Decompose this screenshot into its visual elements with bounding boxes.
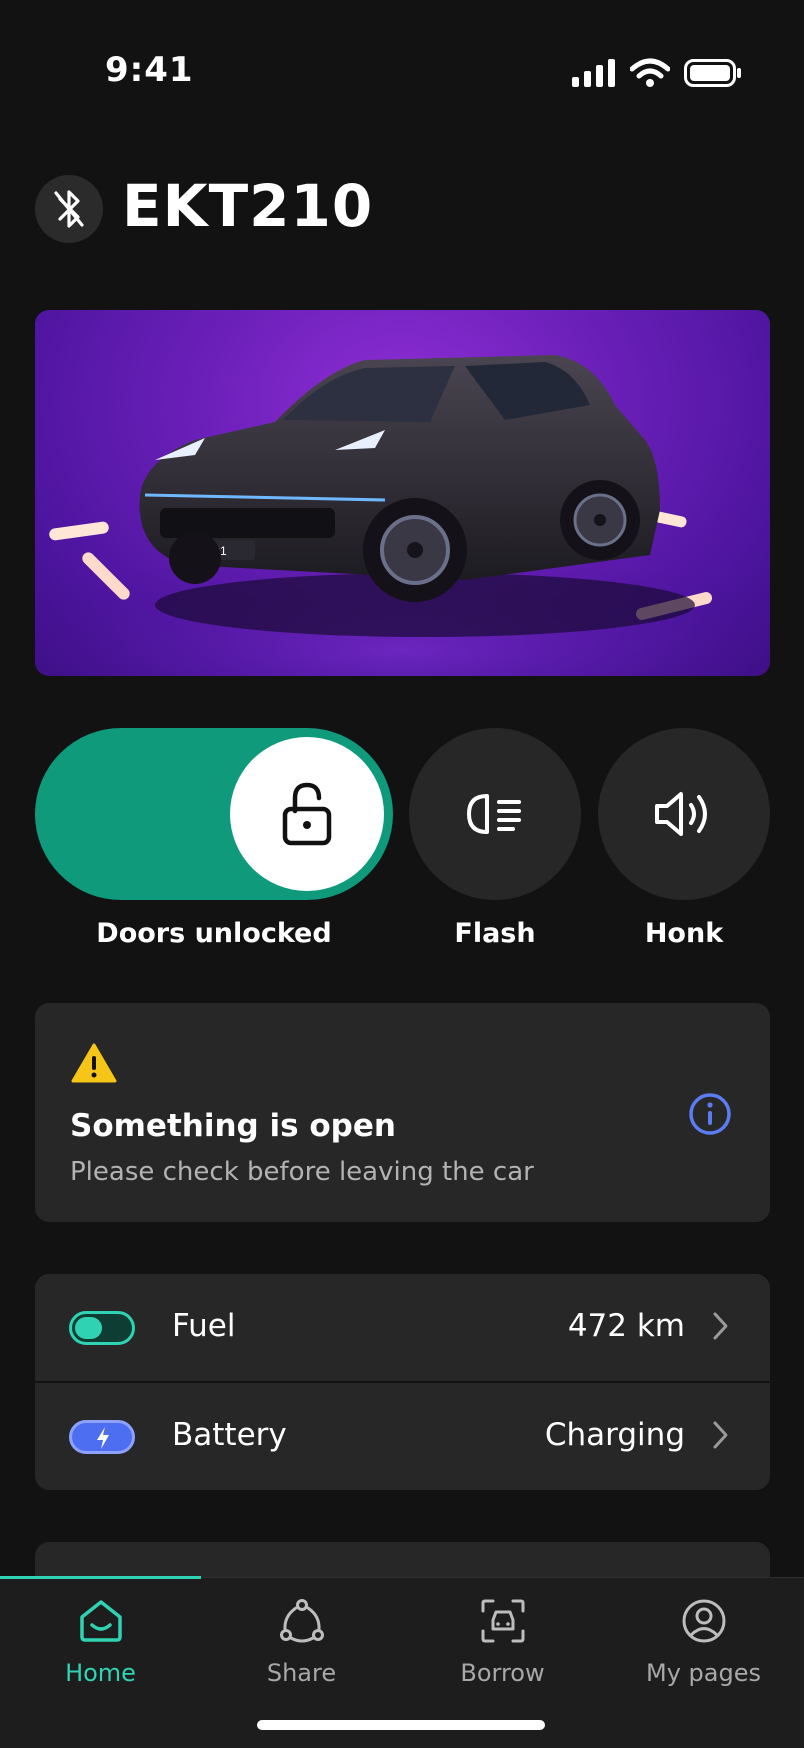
car-image: 01 [35, 310, 770, 676]
bluetooth-button[interactable] [35, 175, 103, 243]
home-indicator[interactable] [257, 1720, 545, 1730]
lock-slider-knob[interactable] [230, 737, 384, 891]
tab-bar-border [201, 1577, 804, 1578]
tab-home-label: Home [65, 1659, 136, 1687]
info-icon[interactable] [688, 1092, 732, 1136]
tab-share-label: Share [266, 1659, 337, 1687]
lightning-icon [97, 1427, 109, 1449]
fuel-level-icon [69, 1311, 135, 1345]
fuel-row[interactable]: Fuel 472 km [35, 1274, 770, 1381]
lock-label: Doors unlocked [96, 918, 332, 949]
vehicle-title: EKT210 [122, 172, 374, 240]
battery-label: Battery [172, 1417, 287, 1453]
status-time: 9:41 [105, 50, 194, 90]
active-tab-indicator [0, 1576, 201, 1579]
battery-value: Charging [544, 1417, 685, 1453]
cellular-signal-icon [572, 59, 615, 87]
tab-home[interactable]: Home [0, 1595, 201, 1687]
tab-share[interactable]: Share [201, 1595, 402, 1687]
bluetooth-off-icon [54, 190, 84, 228]
tab-my-pages-label: My pages [646, 1659, 761, 1687]
status-icons [572, 58, 742, 88]
profile-icon [682, 1599, 725, 1643]
chevron-right-icon [713, 1312, 728, 1340]
unlocked-padlock-icon [282, 782, 332, 846]
flash-button[interactable] [409, 728, 581, 900]
alert-title: Something is open [70, 1108, 396, 1144]
tab-borrow[interactable]: Borrow [402, 1595, 603, 1687]
tab-my-pages[interactable]: My pages [603, 1595, 804, 1687]
wifi-icon [630, 58, 670, 87]
battery-status-icon [684, 59, 741, 87]
car-illustration: 01 [35, 355, 770, 676]
fuel-value: 472 km [567, 1308, 685, 1344]
borrow-car-icon [481, 1599, 524, 1643]
honk-button[interactable] [598, 728, 770, 900]
headlight-icon [467, 794, 521, 834]
warning-triangle-icon [71, 1043, 117, 1083]
chevron-right-icon [713, 1421, 728, 1449]
home-icon [79, 1600, 122, 1642]
battery-charging-icon [69, 1420, 135, 1454]
fuel-label: Fuel [172, 1308, 236, 1344]
vehicle-status-list: Fuel 472 km Battery Charging [35, 1274, 770, 1490]
tab-borrow-label: Borrow [460, 1659, 545, 1687]
flash-label: Flash [454, 918, 536, 949]
honk-label: Honk [644, 918, 724, 949]
speaker-icon [655, 792, 707, 836]
battery-row[interactable]: Battery Charging [35, 1383, 770, 1490]
share-icon [279, 1599, 324, 1643]
alert-subtitle: Please check before leaving the car [70, 1157, 534, 1187]
